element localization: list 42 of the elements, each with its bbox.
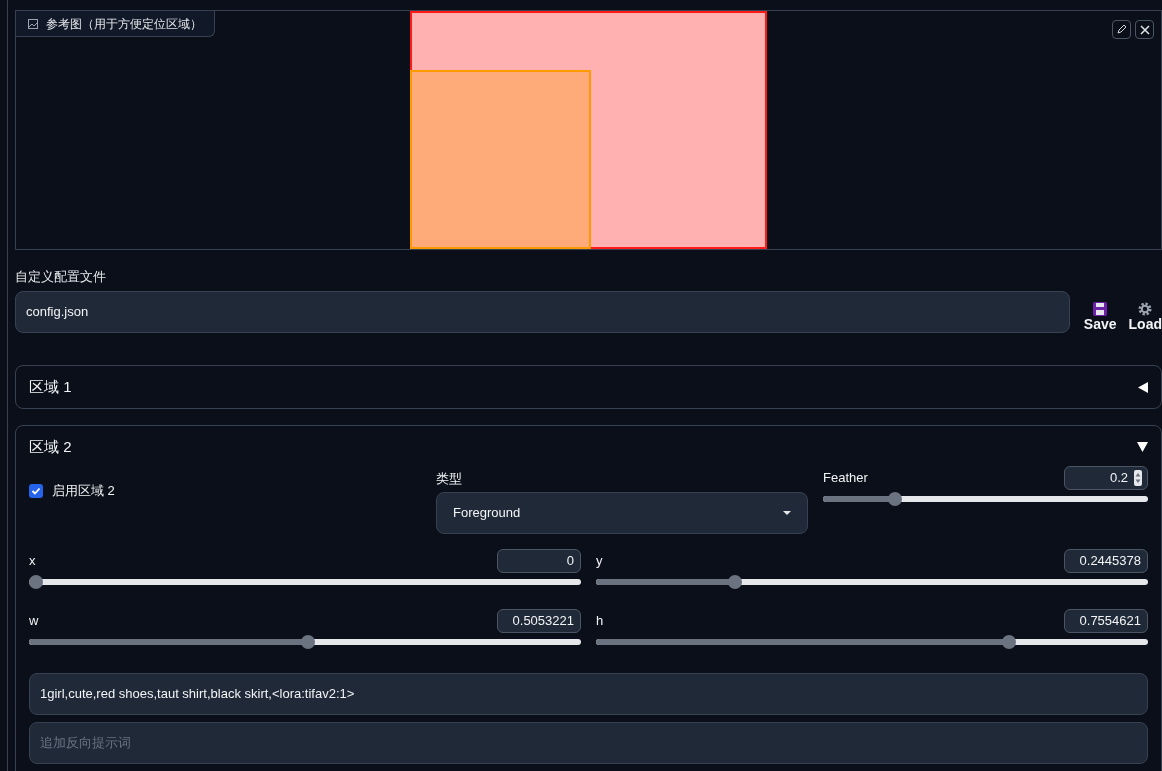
slider-thumb[interactable]	[300, 634, 315, 649]
accordion-header[interactable]: 区域 2	[29, 426, 1148, 468]
slider[interactable]	[29, 634, 581, 649]
slider-label: h	[596, 611, 604, 630]
edit-button[interactable]	[1112, 20, 1131, 39]
slider-label: w	[29, 611, 39, 630]
field-label: 自定义配置文件	[15, 268, 107, 286]
number-field[interactable]: 0.5053221	[497, 608, 581, 633]
prompt-field[interactable]: 1girl,cute,red shoes,taut shirt,black skirt,<lora:tifav2:1>	[29, 672, 1148, 715]
gear-icon	[1138, 301, 1153, 316]
enable-checkbox[interactable]: 启用区域 2	[29, 481, 421, 501]
slider[interactable]	[596, 574, 1148, 589]
number-field[interactable]: 0.2445378	[1064, 548, 1148, 573]
input-field[interactable]: config.json	[15, 290, 1070, 333]
slider-thumb[interactable]	[1002, 634, 1017, 649]
number-field[interactable]: 0.7554621	[1064, 608, 1148, 633]
close-button[interactable]	[1135, 20, 1154, 39]
negative-prompt-field[interactable]: 追加反向提示词	[29, 721, 1148, 764]
checkbox[interactable]	[29, 483, 43, 498]
slider-thumb[interactable]	[888, 492, 903, 506]
check-icon	[31, 485, 41, 496]
slider-thumb[interactable]	[727, 574, 742, 589]
close-icon	[1139, 24, 1150, 35]
accordion-header[interactable]: 区域 1	[29, 366, 1148, 408]
panel-label: 参考图（用于方便定位区域）	[46, 15, 202, 33]
save-button[interactable]: Save	[1083, 301, 1117, 333]
slider-label: Feather	[823, 469, 868, 488]
slider[interactable]	[596, 634, 1148, 649]
number-field[interactable]: 0	[497, 548, 581, 573]
dropdown-caret-icon	[783, 510, 791, 515]
slider-label: y	[596, 551, 603, 570]
image-icon	[28, 18, 38, 29]
type-dropdown[interactable]: Foreground	[436, 491, 808, 534]
spinner-icon[interactable]	[1134, 470, 1142, 486]
pencil-icon	[1116, 24, 1127, 35]
field-label: 类型	[436, 470, 463, 488]
slider[interactable]	[29, 574, 581, 589]
number-field[interactable]: 0.2	[1064, 466, 1148, 490]
slider-thumb[interactable]	[29, 574, 43, 589]
load-button[interactable]: Load	[1128, 301, 1162, 333]
slider[interactable]	[823, 492, 1148, 506]
slider-label: x	[29, 551, 36, 570]
